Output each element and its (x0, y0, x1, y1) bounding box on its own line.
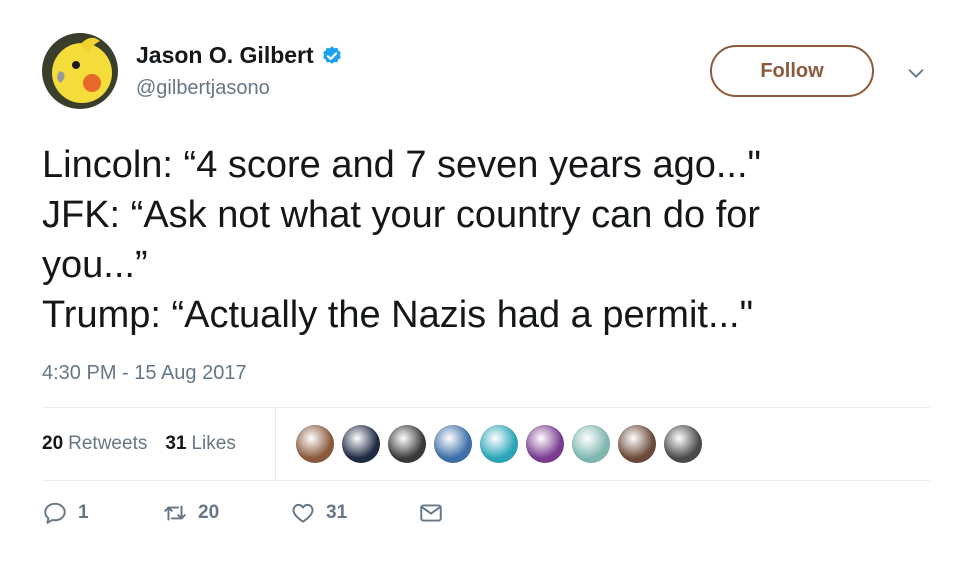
follow-button[interactable]: Follow (710, 45, 874, 97)
reply-button[interactable]: 1 (42, 500, 162, 526)
envelope-icon (420, 504, 442, 522)
liker-avatar[interactable] (526, 425, 564, 463)
engagement-stats: 20 Retweets 31 Likes (42, 407, 930, 480)
cockatiel-avatar-image (42, 33, 118, 109)
liker-avatar[interactable] (618, 425, 656, 463)
tweet-timestamp[interactable]: 4:30 PM - 15 Aug 2017 (42, 362, 247, 385)
retweet-button[interactable]: 20 (162, 500, 290, 526)
verified-badge-icon (322, 45, 341, 64)
retweets-label: Retweets (68, 432, 148, 454)
liker-avatar[interactable] (342, 425, 380, 463)
reply-count: 1 (78, 502, 89, 523)
heart-icon (292, 503, 314, 523)
tweet-line: JFK: “Ask not what your country can do f… (42, 194, 761, 236)
tweet-line: Trump: “Actually the Nazis had a permit.… (42, 294, 754, 336)
author-display-name[interactable]: Jason O. Gilbert (136, 42, 314, 69)
liker-avatars (296, 425, 710, 463)
divider (42, 480, 930, 481)
action-bar: 1 20 31 (42, 500, 444, 526)
likes-label: Likes (191, 432, 236, 454)
author-avatar[interactable] (42, 33, 118, 109)
tweet-text: Lincoln: “4 score and 7 seven years ago.… (42, 140, 942, 340)
retweets-stat[interactable]: 20 Retweets (42, 433, 147, 455)
liker-avatar[interactable] (388, 425, 426, 463)
retweet-count: 20 (198, 502, 220, 523)
retweets-count: 20 (42, 432, 64, 454)
like-count: 31 (326, 502, 348, 523)
likes-count: 31 (165, 432, 187, 454)
liker-avatar[interactable] (480, 425, 518, 463)
liker-avatar[interactable] (434, 425, 472, 463)
reply-icon (44, 502, 66, 524)
author-handle[interactable]: @gilbertjasono (136, 77, 270, 100)
liker-avatar[interactable] (572, 425, 610, 463)
like-button[interactable]: 31 (290, 500, 418, 526)
liker-avatar[interactable] (664, 425, 702, 463)
liker-avatar[interactable] (296, 425, 334, 463)
retweet-icon (164, 505, 186, 521)
tweet-line: Lincoln: “4 score and 7 seven years ago.… (42, 144, 762, 186)
chevron-down-icon[interactable] (905, 62, 927, 84)
stats-separator (275, 407, 276, 480)
tweet-line: you...” (42, 244, 148, 286)
likes-stat[interactable]: 31 Likes (165, 433, 236, 455)
direct-message-button[interactable] (418, 500, 444, 526)
